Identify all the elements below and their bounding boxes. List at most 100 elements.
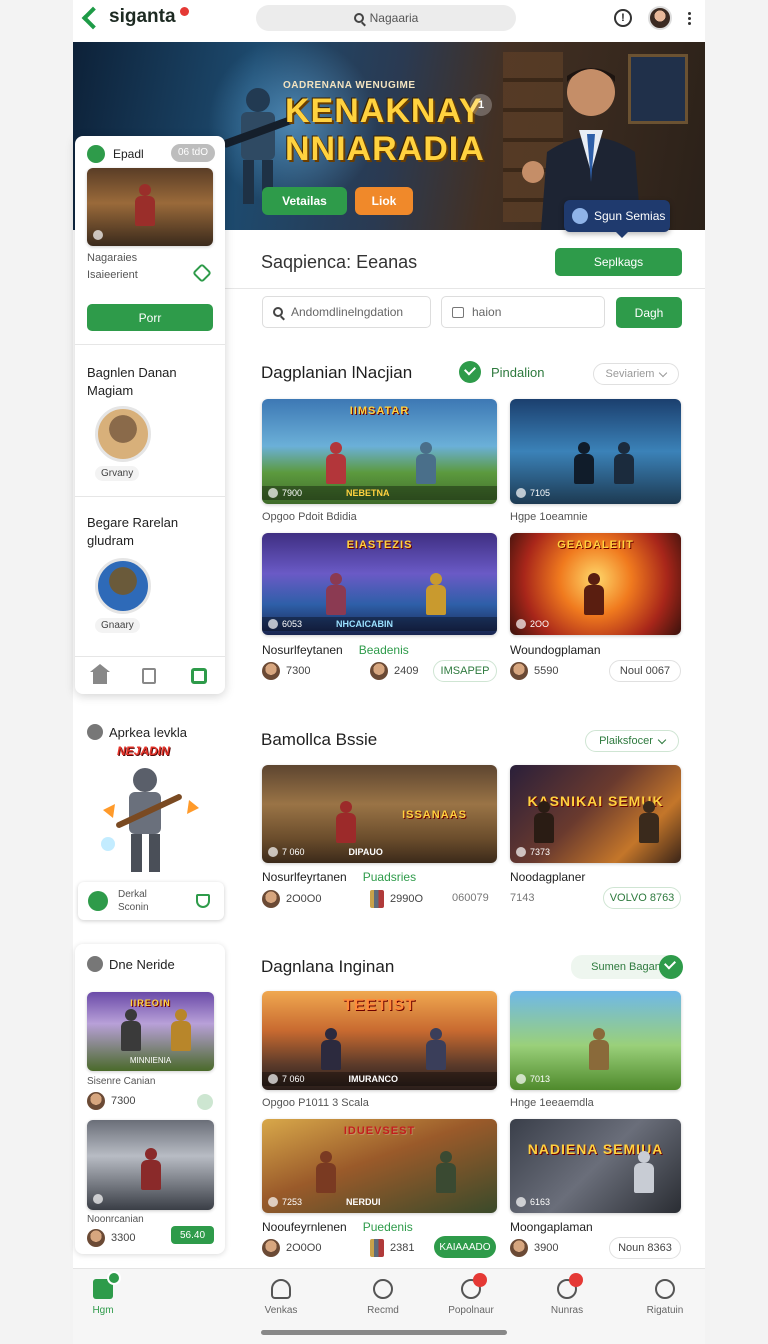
- bundle-icon: [370, 890, 384, 908]
- game-card-pill[interactable]: IMSAPEP: [433, 660, 497, 682]
- hero-secondary-button[interactable]: Liok: [355, 187, 413, 215]
- game-card[interactable]: TEETIST 7 060 IMURANCO: [262, 991, 497, 1090]
- game-card-art-title: GEADALEIIT: [557, 539, 634, 551]
- search-text: Nagaaria: [369, 11, 419, 25]
- signin-tooltip-button[interactable]: Sgun Semias: [564, 200, 670, 238]
- side-panel-portrait-label: Grvany: [95, 466, 140, 481]
- left-game-card[interactable]: IIREOIN MINNIENIA: [87, 992, 214, 1071]
- player-icon: [93, 230, 103, 240]
- nav-item-nunras[interactable]: Nunras: [527, 1273, 607, 1316]
- section2-dropdown[interactable]: Plaiksfocer: [585, 730, 679, 752]
- filter-search-input[interactable]: Andomdlinelngdation: [262, 296, 431, 328]
- character-figure: [312, 1151, 340, 1197]
- game-card-art-title: TEETIST: [343, 997, 416, 1014]
- character-figure: [412, 442, 440, 488]
- side-panel-portrait[interactable]: [95, 406, 151, 462]
- game-card-meta: 7143: [510, 892, 535, 904]
- alert-icon[interactable]: !: [614, 9, 632, 27]
- character-figure: [635, 801, 663, 847]
- clock-icon: [87, 724, 103, 740]
- game-card[interactable]: 7013: [510, 991, 681, 1090]
- side-panel-toggle[interactable]: 06 tdO: [171, 144, 215, 162]
- game-card-caption: Hnge 1eeaemdla: [510, 1097, 594, 1109]
- game-card-pill[interactable]: KAIAAADO: [434, 1236, 496, 1258]
- home-icon: [93, 1271, 121, 1299]
- game-card-meta: 060079: [452, 892, 489, 904]
- game-card[interactable]: GEADALEIIT 2OO: [510, 533, 681, 635]
- left-card-button[interactable]: 56.40: [171, 1226, 214, 1244]
- more-menu-icon[interactable]: [688, 11, 691, 25]
- leaf-icon[interactable]: [197, 1094, 213, 1110]
- search-bar[interactable]: Nagaaria: [256, 5, 516, 31]
- title-action-button[interactable]: Seplkags: [555, 248, 682, 276]
- nav-item-popular[interactable]: Popolnaur: [431, 1273, 511, 1316]
- creator-avatar: [370, 662, 388, 680]
- game-card-count: 7900: [282, 488, 303, 498]
- slide-indicator[interactable]: 1: [470, 94, 492, 116]
- game-card[interactable]: KASNIKAI SEMUK 7373: [510, 765, 681, 863]
- game-card-tag: Puedenis: [362, 1220, 413, 1234]
- hero-primary-button[interactable]: Vetailas: [262, 187, 347, 215]
- game-card-count: 7 060: [282, 1074, 305, 1084]
- game-card[interactable]: IIMSATAR 7900 NEBETNA: [262, 399, 497, 504]
- check-badge-icon: [459, 361, 481, 383]
- logo[interactable]: siganta: [83, 6, 189, 28]
- date-filter-input[interactable]: haion: [441, 296, 605, 328]
- side-panel-button[interactable]: Porr: [87, 304, 213, 331]
- game-card[interactable]: IDUEVSEST 7253 NERDUI: [262, 1119, 497, 1213]
- game-card[interactable]: EIASTEZIS 6053 NHCAICABIN: [262, 533, 497, 635]
- divider: [75, 344, 225, 345]
- user-icon: [461, 1273, 487, 1299]
- game-card-title: Nooufeyrnlenen Puedenis: [262, 1220, 413, 1234]
- calendar-icon: [452, 306, 464, 318]
- game-card-pill[interactable]: Noul 0067: [609, 660, 681, 682]
- divider: [75, 496, 225, 497]
- creator-avatar: [87, 1229, 105, 1247]
- nav-item-venkas[interactable]: Venkas: [241, 1279, 321, 1316]
- filter-apply-button[interactable]: Dagh: [616, 297, 682, 328]
- game-card-footer: 7 060 DIPAUO: [262, 845, 497, 859]
- side-panel-game-card[interactable]: [87, 168, 213, 246]
- creator-avatar: [262, 890, 280, 908]
- promo-character-illustration[interactable]: [93, 760, 203, 878]
- game-card-title-text: Nosurlfeytanen: [262, 643, 343, 657]
- credits-line1: Derkal: [118, 889, 147, 900]
- game-card-count: 7253: [282, 1197, 303, 1207]
- credits-card[interactable]: Derkal Sconin: [78, 882, 224, 920]
- section1-title: Dagplanian lNacjian: [261, 363, 413, 382]
- game-card[interactable]: 7105: [510, 399, 681, 504]
- game-card-plays: 2381: [390, 1242, 415, 1254]
- nav-item-home[interactable]: Hgm: [63, 1271, 143, 1316]
- document-icon[interactable]: [141, 667, 156, 684]
- hero-subtitle: OADRENANA WENUGIME: [283, 80, 416, 91]
- grid-icon[interactable]: [191, 667, 208, 684]
- game-card-pill[interactable]: VOLVO 8763: [603, 887, 681, 909]
- game-card-title: Woundogplaman: [510, 643, 601, 657]
- nav-item-label: Venkas: [264, 1305, 298, 1316]
- app-frame: siganta Nagaaria ! OADRENANA WENUGIME KE…: [73, 0, 705, 1344]
- game-card-title-text: Nooufeyrnlenen: [262, 1220, 347, 1234]
- side-panel-header-label: Epadl: [113, 147, 144, 161]
- game-card-pill[interactable]: Noun 8363: [609, 1237, 681, 1259]
- tag-icon[interactable]: [192, 263, 212, 283]
- game-card-meta: 3900: [510, 1239, 558, 1257]
- section1-sort-dropdown[interactable]: Seviariem: [593, 363, 679, 385]
- check-badge-icon[interactable]: [659, 955, 683, 979]
- game-card-title-text: Nosurlfeyrtanen: [262, 870, 347, 884]
- game-card[interactable]: NADIENA SEMIUA 6163: [510, 1119, 681, 1213]
- side-panel-portrait[interactable]: [95, 558, 151, 614]
- game-card-plays: 3900: [534, 1242, 559, 1254]
- character-figure: [610, 442, 638, 488]
- game-card[interactable]: ISSANAAS 7 060 DIPAUO: [262, 765, 497, 863]
- player-icon: [516, 1074, 526, 1084]
- nav-item-rigatuin[interactable]: Rigatuin: [625, 1279, 705, 1316]
- nav-item-recmd[interactable]: Recmd: [343, 1279, 423, 1316]
- user-avatar[interactable]: [648, 6, 672, 30]
- clock-icon: [87, 956, 103, 972]
- game-card-plays: 7300: [286, 665, 311, 677]
- game-card-art-title: IIREOIN: [130, 998, 171, 1008]
- game-card-footer: 7373: [510, 845, 681, 859]
- game-card-footer: 6163: [510, 1195, 681, 1209]
- left-game-card[interactable]: [87, 1120, 214, 1210]
- home-icon[interactable]: [89, 663, 110, 684]
